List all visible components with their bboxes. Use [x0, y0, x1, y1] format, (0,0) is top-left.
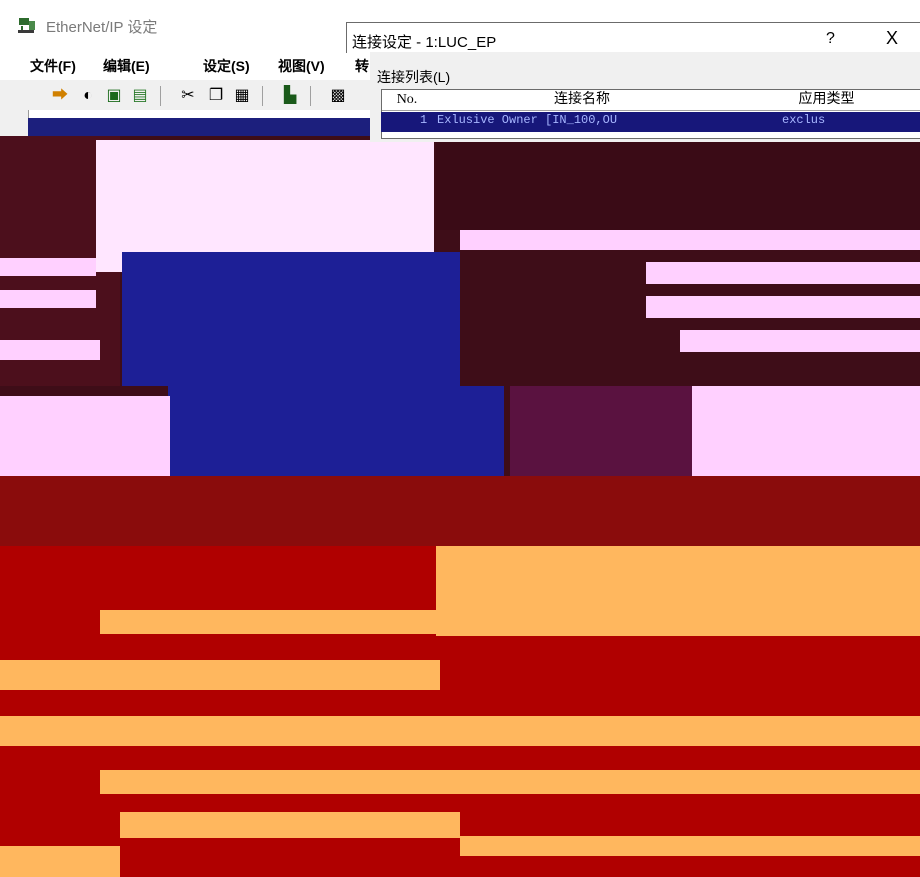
corrupted-block [168, 386, 504, 476]
connection-list-label: 连接列表(L) [377, 69, 451, 85]
corrupted-block [0, 476, 920, 546]
corrupted-block [646, 262, 920, 284]
corrupted-block [460, 836, 920, 856]
toolbar-separator [160, 86, 161, 106]
corrupted-block [436, 546, 920, 636]
menu-settings[interactable]: 设定(S) [203, 56, 250, 76]
menu-file[interactable]: 文件(F) [30, 56, 76, 76]
toolbar: ⮕ ◐ ▣ ▤ ✂ ❐ ▦ ▙ ▩ [0, 80, 375, 110]
corrupted-block [100, 770, 920, 794]
corrupted-block [0, 258, 96, 276]
network-icon[interactable]: ▙ [280, 86, 300, 106]
corrupted-block [510, 386, 692, 476]
upload-icon[interactable]: ▤ [130, 86, 150, 106]
corrupted-block [120, 812, 460, 838]
disconnect-icon[interactable]: ◐ [78, 86, 98, 106]
corrupted-block [0, 846, 120, 877]
column-header-no[interactable]: No. [382, 90, 433, 111]
row-no: 1 [420, 113, 428, 127]
close-button[interactable]: X [886, 28, 898, 49]
device-icon[interactable]: ▣ [104, 86, 124, 106]
corrupted-block [100, 610, 436, 634]
menu-convert[interactable]: 转 [355, 56, 369, 76]
help-button[interactable]: ? [826, 30, 835, 48]
corrupted-block [0, 396, 170, 476]
toolbar-separator [310, 86, 311, 106]
properties-icon[interactable]: ▩ [328, 86, 348, 106]
column-header-type[interactable]: 应用类型 [732, 90, 920, 111]
corrupted-block [0, 716, 920, 746]
cut-icon[interactable]: ✂ [178, 86, 198, 106]
corrupted-block [646, 296, 920, 318]
copy-icon[interactable]: ❐ [206, 86, 226, 106]
dialog-title: 连接设定 - 1:LUC_EP [352, 34, 497, 51]
corrupted-block [680, 330, 920, 352]
network-app-icon [18, 17, 36, 35]
row-application-type: exclus [782, 113, 826, 127]
menu-edit[interactable]: 编辑(E) [103, 56, 150, 76]
corrupted-block [436, 140, 920, 230]
window-title: EtherNet/IP 设定 [46, 19, 158, 36]
corrupted-block [460, 230, 920, 250]
row-connection-name: Exlusive Owner [IN_100,OU [437, 113, 618, 127]
corrupted-block [0, 290, 96, 308]
column-header-name[interactable]: 连接名称 [432, 90, 733, 111]
corrupted-block [0, 660, 440, 690]
connect-icon[interactable]: ⮕ [50, 86, 70, 106]
corrupted-block [0, 340, 100, 360]
tree-panel-edge [0, 110, 29, 136]
menu-view[interactable]: 视图(V) [278, 56, 325, 76]
toolbar-separator [262, 86, 263, 106]
corrupted-block [122, 252, 460, 386]
corrupted-block [692, 386, 920, 476]
menubar: 文件(F) 编辑(E) 设定(S) 视图(V) 转 [0, 52, 375, 78]
paste-icon[interactable]: ▦ [232, 86, 252, 106]
